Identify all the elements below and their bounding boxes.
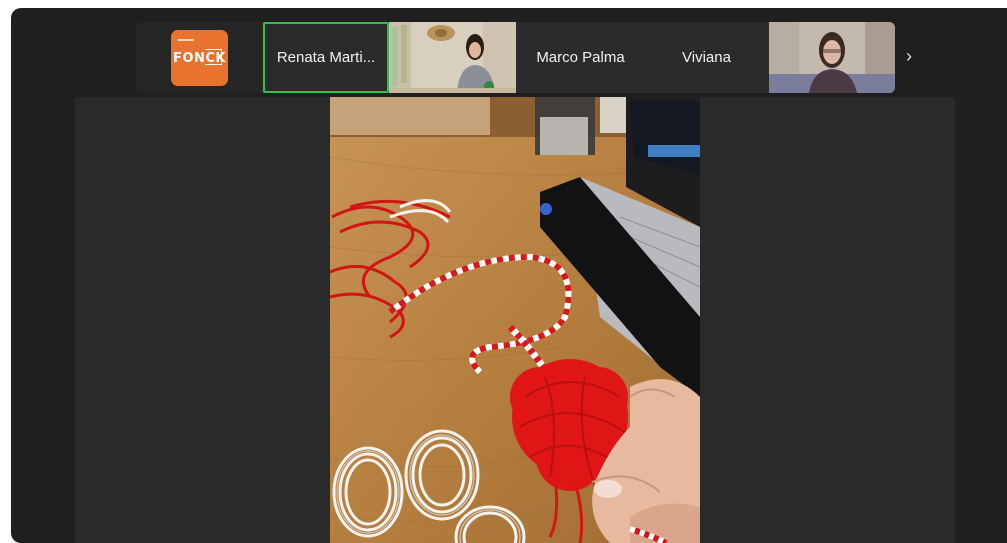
shared-camera-frame [330, 97, 700, 543]
thumbnail-video-frame [769, 22, 895, 93]
main-video-stage [75, 97, 955, 543]
participant-name: Renata Marti... [276, 49, 376, 66]
participant-video-thumbnail[interactable] [389, 22, 516, 93]
thumbnail-video-frame [389, 22, 516, 93]
participant-name: Marco Palma [536, 49, 625, 66]
participant-strip: FONCK Renata Marti... Marco Palma Vivian… [136, 22, 895, 93]
logo-decoration [178, 39, 194, 41]
participant-tile-marco[interactable]: Marco Palma [517, 22, 644, 93]
participant-tile-renata[interactable]: Renata Marti... [263, 22, 389, 93]
chevron-right-icon[interactable]: › [900, 44, 918, 68]
active-speaker-video [330, 97, 700, 543]
organization-logo: FONCK [171, 30, 228, 86]
participant-name: Viviana [682, 49, 731, 66]
participant-tile-logo[interactable]: FONCK [136, 22, 262, 93]
logo-frame [205, 49, 222, 65]
participant-tile-viviana[interactable]: Viviana [644, 22, 769, 93]
participant-video-thumbnail[interactable] [769, 22, 895, 93]
meeting-window: FONCK Renata Marti... Marco Palma Vivian… [11, 8, 1007, 543]
